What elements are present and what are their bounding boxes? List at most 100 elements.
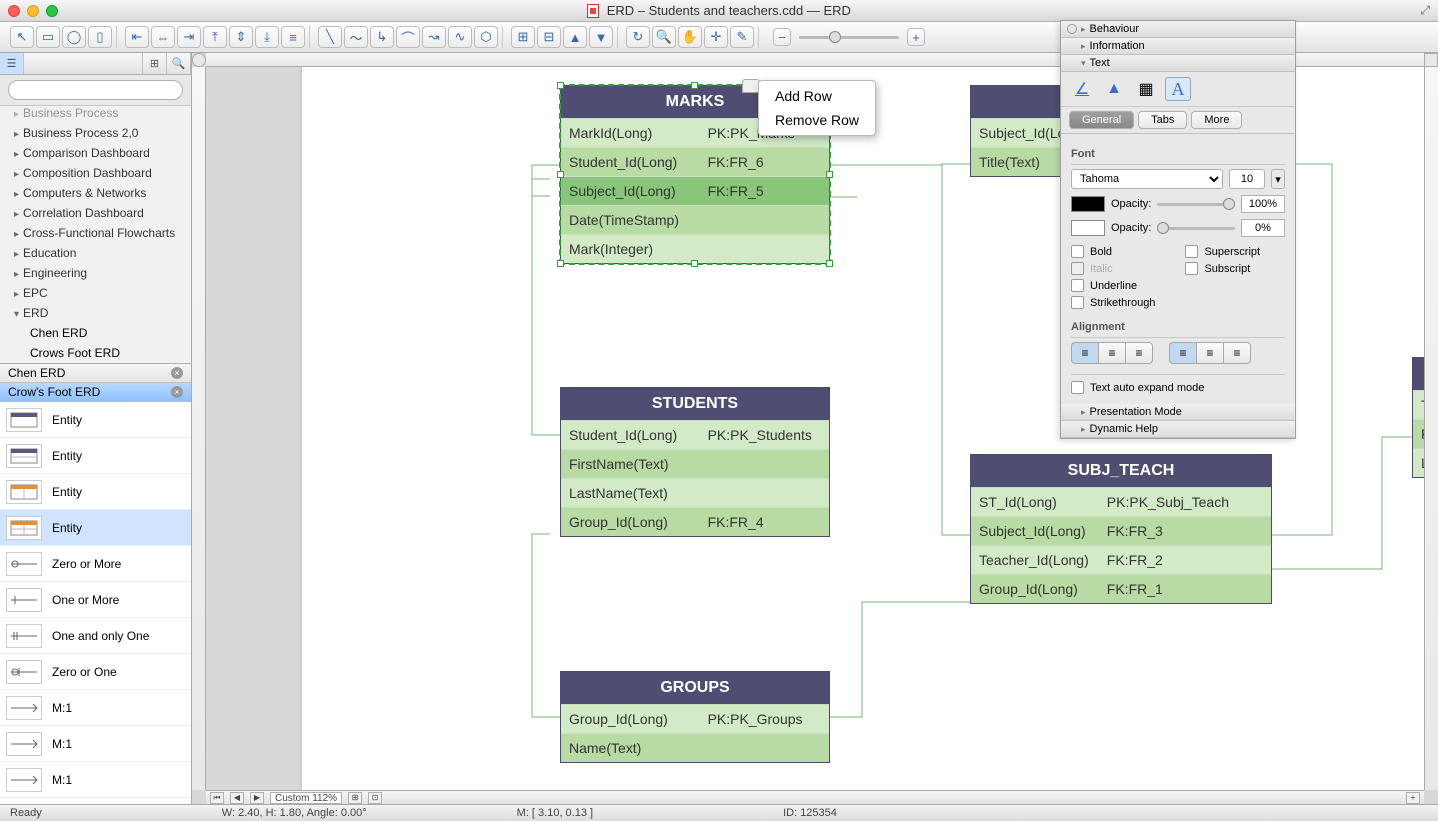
section-information[interactable]: ▸Information bbox=[1061, 38, 1295, 55]
shape-row[interactable]: One or More bbox=[0, 582, 191, 618]
group-icon[interactable]: ⊞ bbox=[511, 26, 535, 48]
grid-view-icon[interactable]: ⊞ bbox=[143, 53, 167, 74]
shape-row[interactable]: M:1 bbox=[0, 726, 191, 762]
opacity-value[interactable]: 100% bbox=[1241, 195, 1285, 213]
tree-item[interactable]: EPC bbox=[0, 283, 191, 303]
tree-item[interactable]: Composition Dashboard bbox=[0, 163, 191, 183]
search-tab-icon[interactable]: 🔍 bbox=[167, 53, 191, 74]
selection-handle[interactable] bbox=[691, 82, 698, 89]
align-bottom-icon[interactable]: ⤓ bbox=[255, 26, 279, 48]
align-right-icon[interactable]: ⇥ bbox=[177, 26, 201, 48]
font-size-input[interactable] bbox=[1229, 169, 1265, 189]
text-color-swatch[interactable] bbox=[1071, 196, 1105, 212]
grid-toggle-icon[interactable]: ⊞ bbox=[348, 792, 362, 804]
shape-row[interactable]: Entity bbox=[0, 474, 191, 510]
entity-subj-teach[interactable]: SUBJ_TEACH ST_Id(Long)PK:PK_Subj_Teach S… bbox=[970, 454, 1272, 604]
route-icon[interactable]: ↝ bbox=[422, 26, 446, 48]
front-icon[interactable]: ▲ bbox=[563, 26, 587, 48]
tab-general[interactable]: General bbox=[1069, 111, 1134, 129]
shape-row[interactable]: Entity bbox=[0, 510, 191, 546]
back-icon[interactable]: ▼ bbox=[589, 26, 613, 48]
selection-handle[interactable] bbox=[557, 82, 564, 89]
refresh-icon[interactable]: ↻ bbox=[626, 26, 650, 48]
shape-row[interactable]: Zero or More bbox=[0, 546, 191, 582]
align-top-icon[interactable]: ⤒ bbox=[203, 26, 227, 48]
selection-handle[interactable] bbox=[691, 260, 698, 267]
connector-tool-icon[interactable]: ↳ bbox=[370, 26, 394, 48]
tree-tab-icon[interactable]: ☰ bbox=[0, 53, 24, 74]
rectangle-icon[interactable]: ▭ bbox=[36, 26, 60, 48]
tree-child[interactable]: Crows Foot ERD bbox=[0, 343, 191, 363]
align-left-button[interactable]: ≡ bbox=[1071, 342, 1099, 364]
tree-item[interactable]: Comparison Dashboard bbox=[0, 143, 191, 163]
zoom-in-icon[interactable]: + bbox=[907, 28, 925, 46]
align-bottom-button[interactable]: ≡ bbox=[1223, 342, 1251, 364]
align-center-button[interactable]: ≡ bbox=[1098, 342, 1126, 364]
pan-tool-icon[interactable]: ✋ bbox=[678, 26, 702, 48]
tab-tabs[interactable]: Tabs bbox=[1138, 111, 1187, 129]
selection-handle[interactable] bbox=[826, 171, 833, 178]
bg-color-swatch[interactable] bbox=[1071, 220, 1105, 236]
vertical-ruler-right[interactable] bbox=[1424, 67, 1438, 790]
ungroup-icon[interactable]: ⊟ bbox=[537, 26, 561, 48]
text-box-icon[interactable]: ▯ bbox=[88, 26, 112, 48]
opacity-slider[interactable] bbox=[1157, 227, 1235, 230]
tab-crows-foot-erd[interactable]: Crow's Foot ERD× bbox=[0, 383, 191, 402]
entity-students[interactable]: STUDENTS Student_Id(Long)PK:PK_Students … bbox=[560, 387, 830, 537]
align-center-icon[interactable]: ⇔ bbox=[151, 26, 175, 48]
align-middle-icon[interactable]: ⇕ bbox=[229, 26, 253, 48]
ctx-add-row[interactable]: Add Row bbox=[759, 84, 875, 108]
arc-tool-icon[interactable]: ⌒ bbox=[396, 26, 420, 48]
entity-teachers[interactable]: TEACHERS Teacher_Id(Long)PK:PK_Teachers … bbox=[1412, 357, 1424, 478]
align-left-icon[interactable]: ⇤ bbox=[125, 26, 149, 48]
zoom-out-icon[interactable]: − bbox=[773, 28, 791, 46]
poly-tool-icon[interactable]: ⬡ bbox=[474, 26, 498, 48]
tree-item[interactable]: Computers & Networks bbox=[0, 183, 191, 203]
page-next-icon[interactable]: ▶ bbox=[250, 792, 264, 804]
shape-row[interactable]: M:1 bbox=[0, 690, 191, 726]
subscript-checkbox[interactable] bbox=[1185, 262, 1198, 275]
pointer-tool-icon[interactable]: ↖ bbox=[10, 26, 34, 48]
entity-groups[interactable]: GROUPS Group_Id(Long)PK:PK_Groups Name(T… bbox=[560, 671, 830, 763]
opacity-slider[interactable] bbox=[1157, 203, 1235, 206]
tree-item[interactable]: Engineering bbox=[0, 263, 191, 283]
selection-handle[interactable] bbox=[826, 260, 833, 267]
tree-item-erd[interactable]: ERD bbox=[0, 303, 191, 323]
align-right-button[interactable]: ≡ bbox=[1125, 342, 1153, 364]
italic-checkbox[interactable] bbox=[1071, 262, 1084, 275]
close-icon[interactable]: × bbox=[171, 386, 183, 398]
search-input[interactable] bbox=[8, 80, 183, 100]
align-middle-button[interactable]: ≡ bbox=[1196, 342, 1224, 364]
zoom-slider[interactable]: − + bbox=[773, 28, 925, 46]
underline-style-icon[interactable]: ∠ bbox=[1069, 77, 1095, 101]
highlight-icon[interactable]: ▲ bbox=[1101, 77, 1127, 101]
ctx-remove-row[interactable]: Remove Row bbox=[759, 108, 875, 132]
ellipse-icon[interactable]: ◯ bbox=[62, 26, 86, 48]
tree-item[interactable]: Correlation Dashboard bbox=[0, 203, 191, 223]
font-size-stepper[interactable]: ▾ bbox=[1271, 169, 1285, 189]
align-top-button[interactable]: ≡ bbox=[1169, 342, 1197, 364]
strike-checkbox[interactable] bbox=[1071, 296, 1084, 309]
close-icon[interactable]: × bbox=[171, 367, 183, 379]
spline-tool-icon[interactable]: ∿ bbox=[448, 26, 472, 48]
shape-row[interactable]: M:1 bbox=[0, 762, 191, 798]
tree-item[interactable]: Business Process 2,0 bbox=[0, 123, 191, 143]
page-first-icon[interactable]: ⏮ bbox=[210, 792, 224, 804]
zoom-tool-icon[interactable]: 🔍 bbox=[652, 26, 676, 48]
fill-icon[interactable]: ▦ bbox=[1133, 77, 1159, 101]
section-behaviour[interactable]: ▸Behaviour bbox=[1061, 21, 1295, 38]
font-select[interactable]: Tahoma bbox=[1071, 169, 1223, 189]
section-text[interactable]: ▾Text bbox=[1061, 55, 1295, 72]
tree-item[interactable]: Cross-Functional Flowcharts bbox=[0, 223, 191, 243]
eyedropper-icon[interactable]: ✎ bbox=[730, 26, 754, 48]
selection-handle[interactable] bbox=[557, 171, 564, 178]
auto-expand-checkbox[interactable] bbox=[1071, 381, 1084, 394]
selection-handle[interactable] bbox=[557, 260, 564, 267]
tab-more[interactable]: More bbox=[1191, 111, 1242, 129]
vertical-ruler[interactable] bbox=[192, 67, 206, 790]
shape-row[interactable]: Zero or One bbox=[0, 654, 191, 690]
tab-chen-erd[interactable]: Chen ERD× bbox=[0, 364, 191, 383]
line-tool-icon[interactable]: ╲ bbox=[318, 26, 342, 48]
section-presentation[interactable]: ▸Presentation Mode bbox=[1061, 404, 1295, 421]
snap-toggle-icon[interactable]: ⊡ bbox=[368, 792, 382, 804]
